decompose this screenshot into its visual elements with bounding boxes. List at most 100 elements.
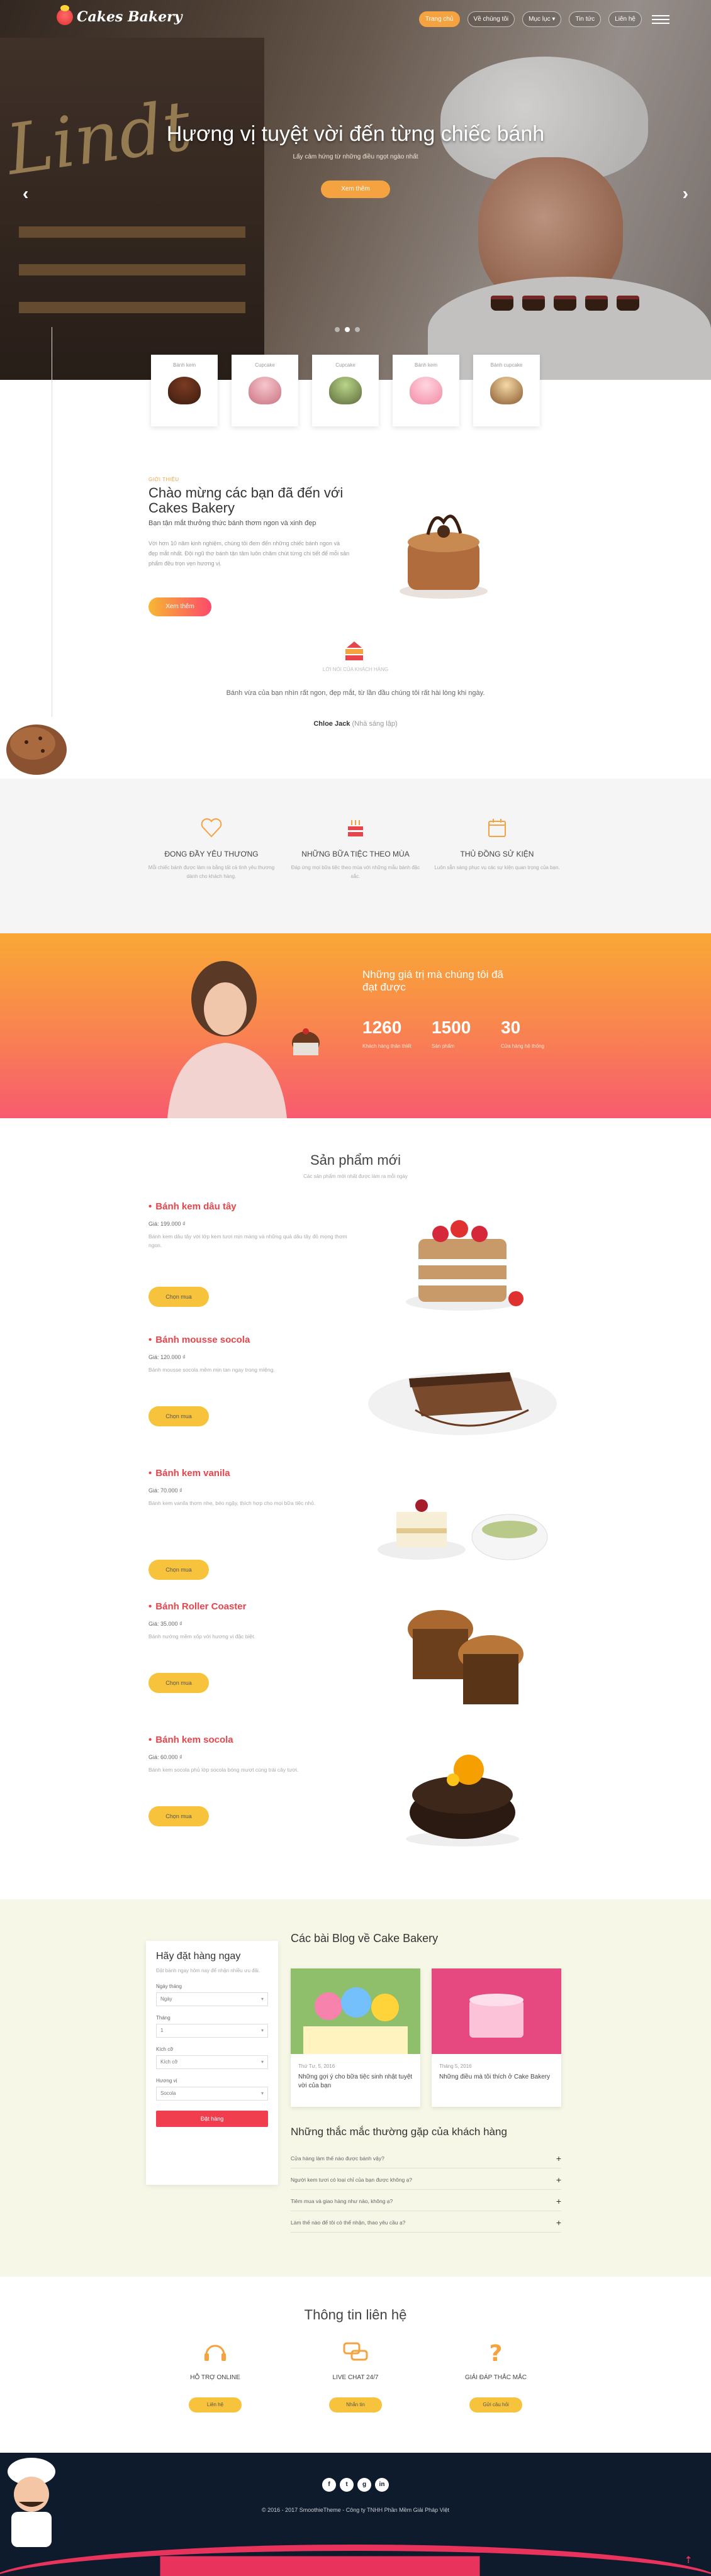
- faq-question: Tiêm mua và giao hàng như nào, không ạ?: [291, 2198, 393, 2204]
- slider-dot[interactable]: [355, 327, 360, 332]
- quote-text: Bánh vừa của bạn nhìn rất ngon, đẹp mắt,…: [226, 689, 485, 697]
- field-label: Hương vị: [156, 2078, 177, 2084]
- stat-number: 1500: [432, 1018, 471, 1037]
- slider-next-icon[interactable]: ›: [683, 184, 688, 204]
- nav-item-contact[interactable]: Liên hệ: [608, 11, 642, 27]
- mousse-cake-image: [368, 1372, 557, 1435]
- category-strip: Bánh kem Cupcake Cupcake Bánh kem Bánh c…: [151, 355, 541, 429]
- faq-item[interactable]: Cửa hàng làm thế nào được bánh vậy? +: [291, 2148, 561, 2168]
- cake-slice-icon: [345, 641, 363, 660]
- faq-question: Làm thế nào để tôi có thể nhận, thao yêu…: [291, 2219, 406, 2226]
- hamburger-menu-icon[interactable]: [652, 13, 669, 26]
- strawberry-cake-image: [406, 1220, 523, 1311]
- birthday-cake-icon: [348, 820, 363, 836]
- category-card[interactable]: Bánh cupcake: [473, 355, 540, 426]
- contact-button[interactable]: Gửi câu hỏi: [469, 2397, 522, 2412]
- muffins-image: [408, 1610, 523, 1704]
- product-name[interactable]: Bánh kem vanila: [148, 1468, 350, 1479]
- google-plus-icon[interactable]: g: [357, 2478, 371, 2492]
- product-name[interactable]: Bánh Roller Coaster: [148, 1601, 350, 1612]
- logo[interactable]: Cakes Bakery: [57, 5, 182, 25]
- contact-button[interactable]: Nhắn tin: [329, 2397, 382, 2412]
- quote-author: Chloe Jack (Nhà sáng lập): [0, 720, 711, 728]
- feature-desc: Mỗi chiếc bánh được làm ra bằng tất cả t…: [148, 865, 275, 879]
- chocolate-cake-icon: [168, 377, 201, 404]
- product-desc: Bánh kem vanila thơm nhẹ, béo ngậy, thíc…: [148, 1500, 316, 1506]
- product-name[interactable]: Bánh mousse socola: [148, 1335, 350, 1345]
- feature-title: THỦ ĐỒNG SỬ KIỆN: [460, 850, 534, 858]
- faq-title: Những thắc mắc thường gặp của khách hàng: [291, 2126, 507, 2138]
- buy-button[interactable]: Chọn mua: [148, 1560, 209, 1580]
- plus-icon[interactable]: +: [556, 2148, 561, 2168]
- post-title[interactable]: Những điều mà tôi thích ở Cake Bakery: [439, 2073, 554, 2082]
- buy-button[interactable]: Chọn mua: [148, 1673, 209, 1693]
- category-label: Bánh cupcake: [490, 362, 523, 368]
- order-submit-button[interactable]: Đặt hàng: [156, 2111, 268, 2127]
- size-select[interactable]: Kích cỡ: [156, 2055, 268, 2069]
- product-name[interactable]: Bánh kem socola: [148, 1735, 350, 1745]
- nav-item-news[interactable]: Tin tức: [569, 11, 602, 27]
- buy-button[interactable]: Chọn mua: [148, 1406, 209, 1426]
- date-select[interactable]: Ngày: [156, 1992, 268, 2006]
- order-form: Hãy đặt hàng ngay Đặt bánh ngay hôm nay …: [146, 1941, 278, 2185]
- category-card[interactable]: Bánh kem: [393, 355, 459, 426]
- hero-cta-button[interactable]: Xem thêm: [321, 180, 390, 198]
- muffin-decoration-image: [6, 724, 67, 775]
- product-price: Giá: 60.000 ₫: [148, 1754, 182, 1760]
- buy-button[interactable]: Chọn mua: [148, 1806, 209, 1826]
- main-nav: Cakes Bakery Trang chủ Về chúng tôi Mục …: [0, 0, 711, 40]
- back-to-top-icon[interactable]: ⇡: [685, 2555, 692, 2565]
- feature-title: NHỮNG BỮA TIỆC THEO MÙA: [301, 850, 410, 858]
- nav-item-catalog[interactable]: Mục lục ▾: [522, 11, 562, 27]
- cupcake-icon: [249, 377, 281, 404]
- category-label: Bánh kem: [172, 362, 196, 368]
- feature-item: THỦ ĐỒNG SỬ KIỆN Luôn sẵn sàng phục vụ c…: [428, 816, 566, 872]
- faq-item[interactable]: Tiêm mua và giao hàng như nào, không ạ? +: [291, 2191, 561, 2211]
- category-card[interactable]: Cupcake: [312, 355, 379, 426]
- stat-item: 1500 Sản phẩm: [432, 1018, 482, 1050]
- menu: Trang chủ Về chúng tôi Mục lục ▾ Tin tức…: [418, 11, 642, 27]
- category-card[interactable]: Cupcake: [232, 355, 298, 426]
- plus-icon[interactable]: +: [556, 2212, 561, 2233]
- question-mark-icon: ?: [490, 2341, 503, 2367]
- product-item: Bánh kem vanila Giá: 70.000 ₫ Bánh kem v…: [148, 1468, 350, 1580]
- stat-item: 30 Cửa hàng hệ thống: [501, 1018, 551, 1050]
- buy-button[interactable]: Chọn mua: [148, 1287, 209, 1307]
- hero-slider: Lindt Cakes Bakery Trang chủ Về chúng tô…: [0, 0, 711, 380]
- post-title[interactable]: Những gợi ý cho bữa tiệc sinh nhật tuyệt…: [298, 2073, 413, 2090]
- product-desc: Bánh kem socola phủ lớp socola bóng mượt…: [148, 1767, 299, 1773]
- plus-icon[interactable]: +: [556, 2170, 561, 2190]
- copyright: © 2016 - 2017 SmoothieTheme - Công ty TN…: [262, 2507, 449, 2513]
- product-desc: Bánh nướng mềm xốp với hương vị đặc biệt…: [148, 1633, 255, 1640]
- plus-icon[interactable]: +: [556, 2191, 561, 2211]
- order-blog-section: Hãy đặt hàng ngay Đặt bánh ngay hôm nay …: [0, 1899, 711, 2277]
- slider-prev-icon[interactable]: ‹: [23, 184, 28, 204]
- faq-item[interactable]: Người kem tươi có loại chỉ của bạn được …: [291, 2170, 561, 2190]
- slider-dot-active[interactable]: [345, 327, 350, 332]
- blog-post-card[interactable]: Thứ Tư, 5, 2016 Những gợi ý cho bữa tiệc…: [291, 1968, 420, 2107]
- field-label: Tháng: [156, 2015, 171, 2021]
- nav-item-about[interactable]: Về chúng tôi: [467, 11, 515, 27]
- faq-question: Cửa hàng làm thế nào được bánh vậy?: [291, 2155, 384, 2162]
- welcome-more-button[interactable]: Xem thêm: [148, 597, 211, 616]
- flavor-select[interactable]: Socola: [156, 2087, 268, 2101]
- cupcake-logo-icon: [57, 5, 73, 25]
- faq-item[interactable]: Làm thế nào để tôi có thể nhận, thao yêu…: [291, 2212, 561, 2233]
- slider-dot[interactable]: [335, 327, 340, 332]
- svg-text:?: ?: [490, 2341, 503, 2365]
- stats-title: Những giá trị mà chúng tôi đã đạt được: [362, 969, 504, 993]
- twitter-icon[interactable]: t: [340, 2478, 354, 2492]
- blog-post-card[interactable]: Tháng 5, 2016 Những điều mà tôi thích ở …: [432, 1968, 561, 2107]
- nav-item-home[interactable]: Trang chủ: [418, 11, 460, 27]
- pink-cake-photo-image: [432, 1968, 561, 2054]
- contact-button[interactable]: Liên hệ: [189, 2397, 242, 2412]
- product-name[interactable]: Bánh kem dâu tây: [148, 1201, 350, 1212]
- headset-icon: [204, 2345, 226, 2361]
- woman-with-cupcake-image: [167, 961, 320, 1118]
- product-item: Bánh Roller Coaster Giá: 35.000 ₫ Bánh n…: [148, 1601, 350, 1693]
- month-select[interactable]: 1: [156, 2024, 268, 2038]
- linkedin-icon[interactable]: in: [375, 2478, 389, 2492]
- facebook-icon[interactable]: f: [322, 2478, 336, 2492]
- welcome-body: Với hơn 10 năm kinh nghiệm, chúng tôi đe…: [148, 540, 350, 567]
- category-card[interactable]: Bánh kem: [151, 355, 218, 426]
